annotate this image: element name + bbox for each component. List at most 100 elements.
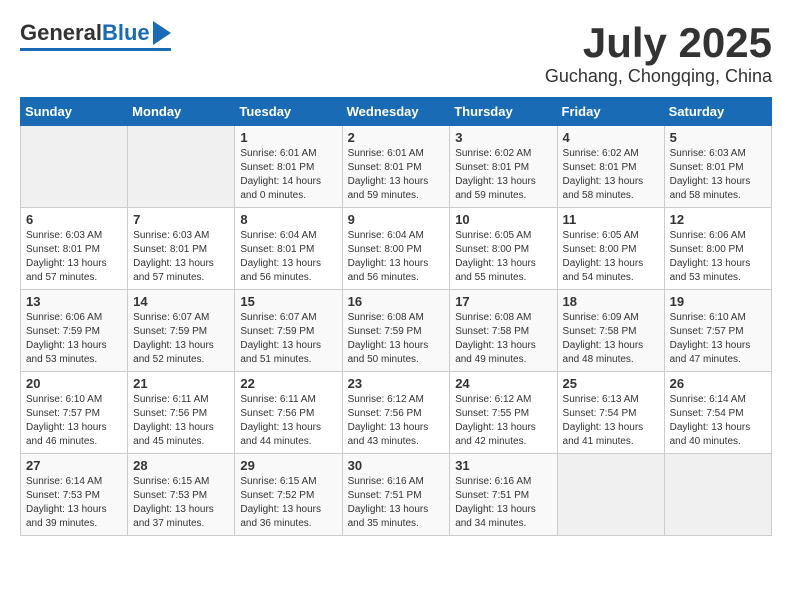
day-info: Sunrise: 6:07 AM Sunset: 7:59 PM Dayligh… [133,311,229,367]
calendar-cell: 1Sunrise: 6:01 AM Sunset: 8:01 PM Daylig… [235,126,342,208]
weekday-header: Saturday [664,98,771,126]
page-header: General Blue July 2025 Guchang, Chongqin… [20,20,772,87]
calendar-week-row: 6 Sunrise: 6:03 AM Sunset: 8:01 PM Daylig… [21,208,772,290]
day-number: 23 [348,376,445,391]
day-number: 30 [348,458,445,473]
day-number: 8 [240,212,336,227]
day-info: Sunrise: 6:06 AM Sunset: 8:00 PM Dayligh… [670,229,766,285]
calendar-week-row: 13 Sunrise: 6:06 AM Sunset: 7:59 PM Dayli… [21,290,772,372]
day-number: 26 [670,376,766,391]
day-number: 2 [348,130,445,145]
location-title: Guchang, Chongqing, China [545,66,772,87]
day-info: Sunrise: 6:14 AM Sunset: 7:53 PM Dayligh… [26,475,122,531]
calendar-cell [128,126,235,208]
day-info: Sunrise: 6:08 AM Sunset: 7:58 PM Dayligh… [455,311,551,367]
day-info: Sunrise: 6:05 AM Sunset: 8:00 PM Dayligh… [563,229,659,285]
day-number: 22 [240,376,336,391]
day-info: Sunrise: 6:14 AM Sunset: 7:54 PM Dayligh… [670,393,766,449]
day-number: 13 [26,294,122,309]
calendar-week-row: 27 Sunrise: 6:14 AM Sunset: 7:53 PM Dayli… [21,454,772,536]
day-info: Sunrise: 6:16 AM Sunset: 7:51 PM Dayligh… [455,475,551,531]
day-number: 21 [133,376,229,391]
day-info: Sunrise: 6:15 AM Sunset: 7:53 PM Dayligh… [133,475,229,531]
day-info: Sunrise: 6:03 AM Sunset: 8:01 PM Dayligh… [670,147,766,203]
day-number: 28 [133,458,229,473]
calendar-cell: 14Sunrise: 6:07 AM Sunset: 7:59 PM Dayli… [128,290,235,372]
logo-underline [20,48,171,51]
day-number: 3 [455,130,551,145]
calendar-cell: 3Sunrise: 6:02 AM Sunset: 8:01 PM Daylig… [450,126,557,208]
calendar-cell: 25 Sunrise: 6:13 AM Sunset: 7:54 PM Dayli… [557,372,664,454]
calendar-cell: 2 Sunrise: 6:01 AM Sunset: 8:01 PM Daylig… [342,126,450,208]
day-number: 25 [563,376,659,391]
title-block: July 2025 Guchang, Chongqing, China [545,20,772,87]
logo: General Blue [20,20,171,51]
day-number: 18 [563,294,659,309]
calendar-cell: 9 Sunrise: 6:04 AM Sunset: 8:00 PM Daylig… [342,208,450,290]
calendar-cell: 21 Sunrise: 6:11 AM Sunset: 7:56 PM Dayli… [128,372,235,454]
day-info: Sunrise: 6:06 AM Sunset: 7:59 PM Dayligh… [26,311,122,367]
day-info: Sunrise: 6:05 AM Sunset: 8:00 PM Dayligh… [455,229,551,285]
day-info: Sunrise: 6:12 AM Sunset: 7:56 PM Dayligh… [348,393,445,449]
calendar-cell: 11 Sunrise: 6:05 AM Sunset: 8:00 PM Dayli… [557,208,664,290]
day-number: 12 [670,212,766,227]
calendar-table: SundayMondayTuesdayWednesdayThursdayFrid… [20,97,772,536]
day-info: Sunrise: 6:07 AM Sunset: 7:59 PM Dayligh… [240,311,336,367]
calendar-cell: 12 Sunrise: 6:06 AM Sunset: 8:00 PM Dayli… [664,208,771,290]
day-number: 29 [240,458,336,473]
day-number: 20 [26,376,122,391]
calendar-cell: 13 Sunrise: 6:06 AM Sunset: 7:59 PM Dayli… [21,290,128,372]
month-title: July 2025 [545,20,772,66]
day-number: 1 [240,130,336,145]
calendar-cell: 16 Sunrise: 6:08 AM Sunset: 7:59 PM Dayli… [342,290,450,372]
day-info: Sunrise: 6:09 AM Sunset: 7:58 PM Dayligh… [563,311,659,367]
calendar-cell: 20 Sunrise: 6:10 AM Sunset: 7:57 PM Dayli… [21,372,128,454]
day-info: Sunrise: 6:08 AM Sunset: 7:59 PM Dayligh… [348,311,445,367]
calendar-cell: 15 Sunrise: 6:07 AM Sunset: 7:59 PM Dayli… [235,290,342,372]
calendar-cell: 23 Sunrise: 6:12 AM Sunset: 7:56 PM Dayli… [342,372,450,454]
calendar-cell: 8Sunrise: 6:04 AM Sunset: 8:01 PM Daylig… [235,208,342,290]
day-number: 31 [455,458,551,473]
day-info: Sunrise: 6:01 AM Sunset: 8:01 PM Dayligh… [348,147,445,203]
day-info: Sunrise: 6:13 AM Sunset: 7:54 PM Dayligh… [563,393,659,449]
weekday-header: Tuesday [235,98,342,126]
calendar-week-row: 20 Sunrise: 6:10 AM Sunset: 7:57 PM Dayli… [21,372,772,454]
calendar-cell: 18 Sunrise: 6:09 AM Sunset: 7:58 PM Dayli… [557,290,664,372]
day-number: 11 [563,212,659,227]
day-info: Sunrise: 6:12 AM Sunset: 7:55 PM Dayligh… [455,393,551,449]
day-info: Sunrise: 6:11 AM Sunset: 7:56 PM Dayligh… [133,393,229,449]
calendar-cell: 24 Sunrise: 6:12 AM Sunset: 7:55 PM Dayli… [450,372,557,454]
weekday-header-row: SundayMondayTuesdayWednesdayThursdayFrid… [21,98,772,126]
day-number: 15 [240,294,336,309]
calendar-cell: 10 Sunrise: 6:05 AM Sunset: 8:00 PM Dayli… [450,208,557,290]
day-number: 9 [348,212,445,227]
weekday-header: Friday [557,98,664,126]
day-number: 16 [348,294,445,309]
day-number: 7 [133,212,229,227]
day-info: Sunrise: 6:16 AM Sunset: 7:51 PM Dayligh… [348,475,445,531]
day-number: 10 [455,212,551,227]
day-info: Sunrise: 6:10 AM Sunset: 7:57 PM Dayligh… [26,393,122,449]
day-number: 4 [563,130,659,145]
calendar-cell: 19Sunrise: 6:10 AM Sunset: 7:57 PM Dayli… [664,290,771,372]
day-info: Sunrise: 6:04 AM Sunset: 8:00 PM Dayligh… [348,229,445,285]
day-info: Sunrise: 6:03 AM Sunset: 8:01 PM Dayligh… [26,229,122,285]
calendar-week-row: 1 Sunrise: 6:01 AM Sunset: 8:01 PM Daylig… [21,126,772,208]
logo-arrow-icon [153,21,171,45]
calendar-cell: 6 Sunrise: 6:03 AM Sunset: 8:01 PM Daylig… [21,208,128,290]
calendar-cell: 31 Sunrise: 6:16 AM Sunset: 7:51 PM Dayli… [450,454,557,536]
day-info: Sunrise: 6:10 AM Sunset: 7:57 PM Dayligh… [670,311,766,367]
day-number: 27 [26,458,122,473]
day-info: Sunrise: 6:11 AM Sunset: 7:56 PM Dayligh… [240,393,336,449]
logo-blue: Blue [102,20,150,46]
calendar-cell: 17 Sunrise: 6:08 AM Sunset: 7:58 PM Dayli… [450,290,557,372]
calendar-cell: 7Sunrise: 6:03 AM Sunset: 8:01 PM Daylig… [128,208,235,290]
day-number: 24 [455,376,551,391]
day-number: 17 [455,294,551,309]
calendar-cell: 29Sunrise: 6:15 AM Sunset: 7:52 PM Dayli… [235,454,342,536]
calendar-cell [21,126,128,208]
calendar-cell: 22 Sunrise: 6:11 AM Sunset: 7:56 PM Dayli… [235,372,342,454]
weekday-header: Wednesday [342,98,450,126]
day-number: 6 [26,212,122,227]
logo-general: General [20,20,102,46]
